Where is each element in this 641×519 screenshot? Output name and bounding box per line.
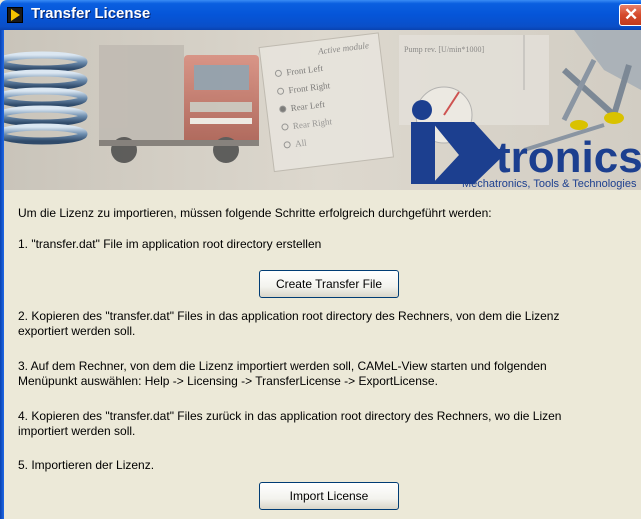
step-3-line-2: Menüpunkt auswählen: Help -> Licensing -…	[18, 374, 438, 388]
title-bar[interactable]: Transfer License ✕	[0, 0, 641, 30]
truck-illustration	[99, 45, 259, 163]
step-3-line-1: 3. Auf dem Rechner, von dem die Lizenz i…	[18, 359, 547, 373]
transfer-license-window: Transfer License ✕ Active module Front L…	[0, 0, 641, 519]
intro-text: Um die Lizenz zu importieren, müssen fol…	[18, 206, 492, 220]
module-panel: Active module Front Left Front Right Rea…	[258, 32, 395, 173]
panel-option-5: All	[295, 137, 308, 148]
logo-brand: tronics	[496, 133, 641, 182]
step-5-text: 5. Importieren der Lizenz.	[18, 458, 155, 472]
window-title: Transfer License	[31, 5, 151, 22]
step-1-text: 1. "transfer.dat" File im application ro…	[18, 237, 322, 251]
pump-label: Pump rev. [U/min*1000]	[404, 45, 484, 54]
step-4-line-1: 4. Kopieren des "transfer.dat" Files zur…	[18, 409, 562, 423]
close-icon: ✕	[624, 5, 639, 24]
app-play-icon	[7, 7, 23, 23]
close-button[interactable]: ✕	[619, 4, 641, 26]
create-transfer-file-button[interactable]: Create Transfer File	[259, 270, 399, 298]
banner-image: Active module Front Left Front Right Rea…	[4, 30, 641, 190]
step-4-line-2: importiert werden soll.	[18, 424, 136, 438]
logo-tagline: Mechatronics, Tools & Technologies	[462, 178, 637, 190]
step-2-line-2: exportiert werden soll.	[18, 324, 136, 338]
import-license-button[interactable]: Import License	[259, 482, 399, 510]
step-2-line-1: 2. Kopieren des "transfer.dat" Files in …	[18, 309, 560, 323]
